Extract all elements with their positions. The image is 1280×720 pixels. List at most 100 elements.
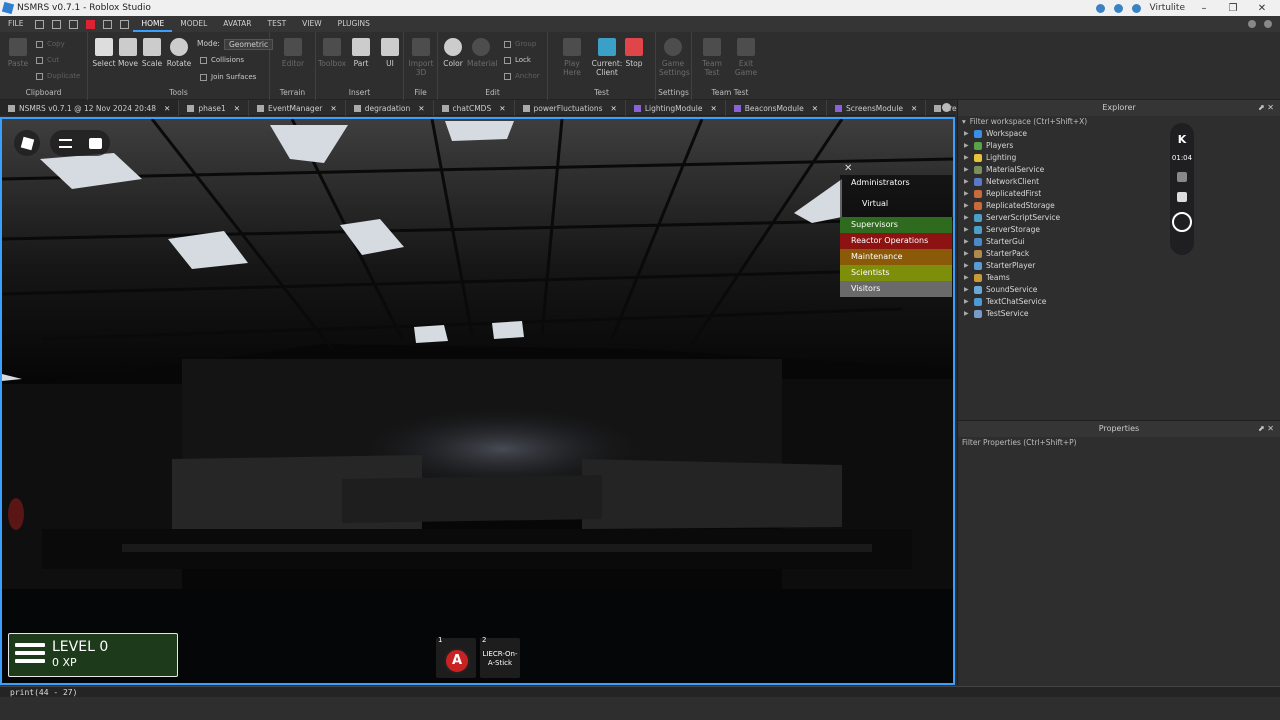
command-bar[interactable]: print(44 - 27) [0, 686, 1280, 697]
notification-icon[interactable] [1113, 3, 1123, 13]
save-icon[interactable] [52, 19, 62, 29]
close-tab-icon[interactable]: ✕ [330, 104, 336, 113]
tab-home[interactable]: HOME [133, 16, 173, 32]
team-row[interactable]: Reactor Operations [840, 233, 952, 249]
expand-arrow-icon[interactable]: ▶ [964, 248, 974, 260]
play-quick-icon[interactable] [69, 19, 79, 29]
explorer-item[interactable]: ▶ ReplicatedFirst [958, 188, 1280, 200]
explorer-item[interactable]: ▶ ServerScriptService [958, 212, 1280, 224]
join-surfaces-toggle[interactable]: Join Surfaces [200, 73, 256, 81]
team-row[interactable]: Maintenance [840, 249, 952, 265]
expand-arrow-icon[interactable]: ▶ [964, 308, 974, 320]
mode-selector[interactable]: Mode: Geometric [197, 39, 274, 50]
collapse-ribbon-icon[interactable] [1248, 20, 1256, 28]
close-tab-icon[interactable]: ✕ [164, 104, 170, 113]
explorer-item[interactable]: ▶ Lighting [958, 152, 1280, 164]
help-icon[interactable] [1131, 3, 1141, 13]
doc-tab[interactable]: powerFluctuations ✕ [515, 100, 626, 116]
game-viewport[interactable]: ✕ Administrators Virtual Supervisors Reac… [0, 117, 955, 685]
doc-tab[interactable]: degradation ✕ [346, 100, 434, 116]
part-button[interactable]: Part [347, 38, 375, 68]
hamburger-menu-button[interactable] [52, 130, 78, 156]
explorer-item[interactable]: ▶ Teams [958, 272, 1280, 284]
share-ribbon-icon[interactable] [1264, 20, 1272, 28]
leaderboard-close-icon[interactable]: ✕ [844, 163, 852, 174]
tabs-settings-gear-icon[interactable] [942, 103, 951, 112]
close-icon[interactable]: ✕ [1252, 3, 1272, 14]
close-tab-icon[interactable]: ✕ [911, 104, 917, 113]
file-menu[interactable]: FILE [0, 16, 31, 32]
copy-button[interactable]: Copy [36, 40, 65, 48]
share-icon[interactable] [1095, 3, 1105, 13]
duplicate-button[interactable]: Duplicate [36, 72, 80, 80]
level-badge[interactable]: LEVEL 0 0 XP [8, 633, 178, 677]
current-client-button[interactable]: Current: Client [590, 38, 624, 77]
close-tab-icon[interactable]: ✕ [499, 104, 505, 113]
explorer-item[interactable]: ▶ TextChatService [958, 296, 1280, 308]
user-name[interactable]: Virtulite [1150, 3, 1185, 13]
close-tab-icon[interactable]: ✕ [812, 104, 818, 113]
doc-tab[interactable]: EventManager ✕ [249, 100, 346, 116]
expand-arrow-icon[interactable]: ▶ [964, 260, 974, 272]
expand-arrow-icon[interactable]: ▶ [964, 176, 974, 188]
tab-model[interactable]: MODEL [172, 16, 215, 32]
leaderboard-player[interactable]: Virtual [840, 191, 952, 217]
expand-arrow-icon[interactable]: ▶ [964, 272, 974, 284]
new-file-icon[interactable] [35, 19, 45, 29]
collisions-checkbox[interactable] [200, 56, 207, 64]
redo-icon[interactable] [120, 19, 130, 29]
team-test-button[interactable]: Team Test [698, 38, 726, 77]
camera-icon[interactable] [1172, 212, 1192, 232]
doc-tab[interactable]: NSMRS v0.7.1 @ 12 Nov 2024 20:48 ✕ [0, 100, 180, 116]
recorder-notes-icon[interactable] [1177, 172, 1187, 182]
minimize-icon[interactable]: – [1194, 3, 1214, 14]
explorer-item[interactable]: ▶ Players [958, 140, 1280, 152]
roblox-menu-button[interactable] [14, 130, 40, 156]
explorer-item[interactable]: ▶ MaterialService [958, 164, 1280, 176]
close-tab-icon[interactable]: ✕ [710, 104, 716, 113]
explorer-item[interactable]: ▶ ServerStorage [958, 224, 1280, 236]
hotbar-slot-1[interactable]: 1 A [436, 636, 476, 678]
stop-quick-icon[interactable] [86, 19, 96, 29]
properties-filter[interactable]: Filter Properties (Ctrl+Shift+P) [958, 437, 1280, 449]
explorer-close-icon[interactable]: ⬈ ✕ [1258, 100, 1274, 116]
doc-tab[interactable]: BeaconsModule ✕ [726, 100, 828, 116]
terrain-editor-button[interactable]: Editor [279, 38, 307, 68]
material-button[interactable]: Material [467, 38, 497, 68]
doc-tab[interactable]: LightingModule ✕ [626, 100, 726, 116]
close-tab-icon[interactable]: ✕ [234, 104, 240, 113]
mode-value[interactable]: Geometric [223, 39, 274, 50]
lock-button[interactable]: Lock [504, 56, 531, 64]
cut-button[interactable]: Cut [36, 56, 59, 64]
import-3d-button[interactable]: Import 3D [407, 38, 435, 77]
exit-game-button[interactable]: Exit Game [732, 38, 760, 77]
doc-tab[interactable]: ScreensModule ✕ [827, 100, 927, 116]
explorer-item[interactable]: ▶ NetworkClient [958, 176, 1280, 188]
doc-tab[interactable]: phase1 ✕ [179, 100, 250, 116]
expand-arrow-icon[interactable]: ▶ [964, 140, 974, 152]
restore-icon[interactable]: ❐ [1223, 3, 1243, 14]
group-button[interactable]: Group [504, 40, 536, 48]
expand-arrow-icon[interactable]: ▶ [964, 164, 974, 176]
explorer-item[interactable]: ▶ StarterPack [958, 248, 1280, 260]
expand-arrow-icon[interactable]: ▶ [964, 224, 974, 236]
expand-arrow-icon[interactable]: ▶ [964, 188, 974, 200]
pause-icon[interactable] [1177, 192, 1187, 202]
chat-button[interactable] [82, 130, 108, 156]
color-button[interactable]: Color [439, 38, 467, 68]
ui-button[interactable]: UI [376, 38, 404, 68]
close-tab-icon[interactable]: ✕ [418, 104, 424, 113]
team-row[interactable]: Visitors [840, 281, 952, 297]
explorer-item[interactable]: ▶ StarterPlayer [958, 260, 1280, 272]
rotate-button[interactable]: Rotate [165, 38, 193, 68]
tab-avatar[interactable]: AVATAR [215, 16, 259, 32]
stop-button[interactable]: Stop [620, 38, 648, 68]
game-settings-button[interactable]: Game Settings [659, 38, 690, 77]
explorer-item[interactable]: ▶ TestService [958, 308, 1280, 320]
scale-button[interactable]: Scale [138, 38, 166, 68]
anchor-button[interactable]: Anchor [504, 72, 540, 80]
tab-test[interactable]: TEST [260, 16, 295, 32]
doc-tab[interactable]: chatCMDS ✕ [434, 100, 515, 116]
tab-view[interactable]: VIEW [294, 16, 330, 32]
expand-arrow-icon[interactable]: ▶ [964, 152, 974, 164]
